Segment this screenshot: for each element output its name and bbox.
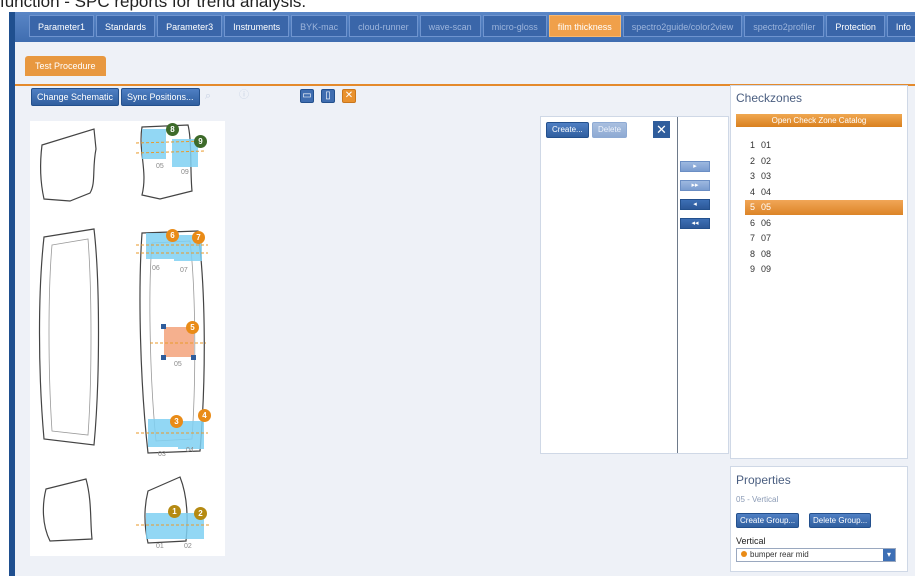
close-panel-icon[interactable]: ✕: [342, 89, 356, 103]
delete-button[interactable]: Delete: [592, 122, 628, 138]
group-list[interactable]: [541, 117, 678, 453]
search-icon[interactable]: ⌕: [201, 90, 215, 104]
checkzone-number: 8: [750, 248, 756, 259]
zone-label: 09: [181, 169, 189, 176]
change-schematic-button[interactable]: Change Schematic: [31, 88, 120, 106]
checkzone-number: 1: [750, 140, 756, 150]
zone-label: 06: [152, 265, 160, 272]
tab-spectro2profiler[interactable]: spectro2profiler: [744, 15, 825, 37]
checkzone-item[interactable]: 2 02: [745, 154, 895, 169]
tab-parameter3[interactable]: Parameter3: [157, 15, 223, 37]
marker-5[interactable]: 5: [186, 321, 199, 334]
sub-tab-bar: Test Procedure: [15, 42, 915, 86]
checkzone-item[interactable]: 4 04: [745, 185, 895, 200]
properties-subtitle: 05 - Vertical: [736, 495, 779, 504]
properties-panel: Properties 05 - Vertical Create Group...…: [730, 466, 908, 572]
tab-spectro2guide-color2view[interactable]: spectro2guide/color2view: [622, 15, 743, 37]
main-tabs: Parameter1 Standards Parameter3 Instruments…: [29, 15, 915, 37]
marker-8[interactable]: 8: [166, 123, 179, 136]
checkzone-number: 7: [750, 233, 756, 243]
main-tab-bar: Parameter1 Standards Parameter3 Instruments…: [15, 12, 915, 42]
tab-wave-scan[interactable]: wave-scan: [419, 15, 481, 37]
checkzone-item[interactable]: 5 05: [745, 200, 903, 215]
tab-parameter1[interactable]: Parameter1: [29, 15, 95, 37]
checkzone-number: 6: [750, 217, 756, 228]
schematic-canvas[interactable]: 05 09 06 07 05 03 04 01 02 8 9 6 7 5 3 4…: [30, 121, 225, 556]
layout-vertical-icon[interactable]: ▯: [321, 89, 335, 103]
move-right-button[interactable]: ▸: [680, 161, 710, 172]
create-group-button[interactable]: Create Group...: [736, 513, 800, 528]
checkzone-number: 4: [750, 186, 756, 197]
checkzone-item[interactable]: 6 06: [745, 216, 895, 231]
move-left-button[interactable]: ◂: [680, 199, 710, 210]
tab-standards[interactable]: Standards: [96, 15, 156, 37]
checkzone-item[interactable]: 9 09: [745, 262, 895, 277]
sync-positions-button[interactable]: Sync Positions...: [121, 88, 200, 106]
zone-label: 03: [158, 451, 166, 458]
status-dot-icon: [741, 551, 747, 557]
guide-lines: [135, 140, 210, 526]
tab-cloud-runner[interactable]: cloud-runner: [349, 15, 418, 37]
checkzone-number: 2: [750, 155, 756, 166]
checkzone-number: 3: [750, 171, 756, 181]
checkzone-item[interactable]: 3 03: [745, 169, 895, 184]
zone-label: 05: [174, 361, 182, 368]
info-icon[interactable]: ⓘ: [237, 90, 251, 104]
tab-info[interactable]: Info: [886, 15, 915, 37]
checkzone-item[interactable]: 1 01: [745, 138, 895, 153]
layout-horizontal-icon[interactable]: ▭: [300, 89, 314, 103]
delete-group-button[interactable]: Delete Group...: [809, 513, 872, 528]
checkzone-number: 5: [750, 202, 756, 212]
checkzone-item[interactable]: 7 07: [745, 231, 895, 246]
tab-micro-gloss[interactable]: micro-gloss: [482, 15, 547, 37]
zone-label: 01: [156, 543, 164, 550]
tab-instruments[interactable]: Instruments: [224, 15, 290, 37]
marker-3[interactable]: 3: [170, 415, 183, 428]
tab-test-procedure[interactable]: Test Procedure: [25, 56, 106, 76]
chevron-down-icon[interactable]: ▾: [883, 549, 895, 561]
checkzones-title: Checkzones: [736, 91, 803, 105]
marker-1[interactable]: 1: [168, 505, 181, 518]
zone-label: 02: [184, 543, 192, 550]
checkzone-label: 04: [761, 186, 772, 197]
checkzone-label: 01: [761, 140, 772, 150]
marker-7[interactable]: 7: [192, 231, 205, 244]
create-button[interactable]: Create...: [546, 122, 589, 138]
checkzone-label: 08: [761, 248, 772, 259]
move-all-right-button[interactable]: ▸▸: [680, 180, 710, 191]
vertical-select[interactable]: bumper rear mid ▾: [736, 548, 896, 562]
zone-label: 04: [186, 447, 194, 454]
page-caption: function - SPC reports for trend analysi…: [0, 0, 307, 11]
checkzone-label: 02: [761, 155, 772, 166]
checkzone-label: 07: [761, 233, 772, 243]
close-icon[interactable]: ✕: [653, 121, 670, 138]
checkzones-panel: Checkzones Open Check Zone Catalog 1 01 2 0…: [730, 85, 908, 459]
checkzone-label: 03: [761, 171, 772, 181]
group-list-panel: Create... Delete ✕ ▸ ▸▸ ◂ ◂◂: [540, 116, 729, 454]
tab-protection[interactable]: Protection: [826, 15, 885, 37]
checkzone-item[interactable]: 8 08: [745, 247, 895, 262]
checkzone-label: 09: [761, 264, 772, 274]
move-all-left-button[interactable]: ◂◂: [680, 218, 710, 229]
checkzone-label: 06: [761, 217, 772, 228]
tab-film-thickness[interactable]: film thickness: [548, 15, 621, 37]
properties-title: Properties: [736, 473, 791, 487]
vertical-label: Vertical: [736, 536, 766, 546]
zone-label: 07: [180, 267, 188, 274]
vertical-select-value: bumper rear mid: [750, 550, 809, 559]
marker-2[interactable]: 2: [194, 507, 207, 520]
marker-4[interactable]: 4: [198, 409, 211, 422]
marker-6[interactable]: 6: [166, 229, 179, 242]
zone-label: 05: [156, 163, 164, 170]
tab-byk-mac[interactable]: BYK-mac: [291, 15, 348, 37]
checkzone-number: 9: [750, 264, 756, 274]
checkzone-label: 05: [761, 202, 772, 212]
open-catalog-button[interactable]: Open Check Zone Catalog: [736, 114, 902, 127]
marker-9[interactable]: 9: [194, 135, 207, 148]
